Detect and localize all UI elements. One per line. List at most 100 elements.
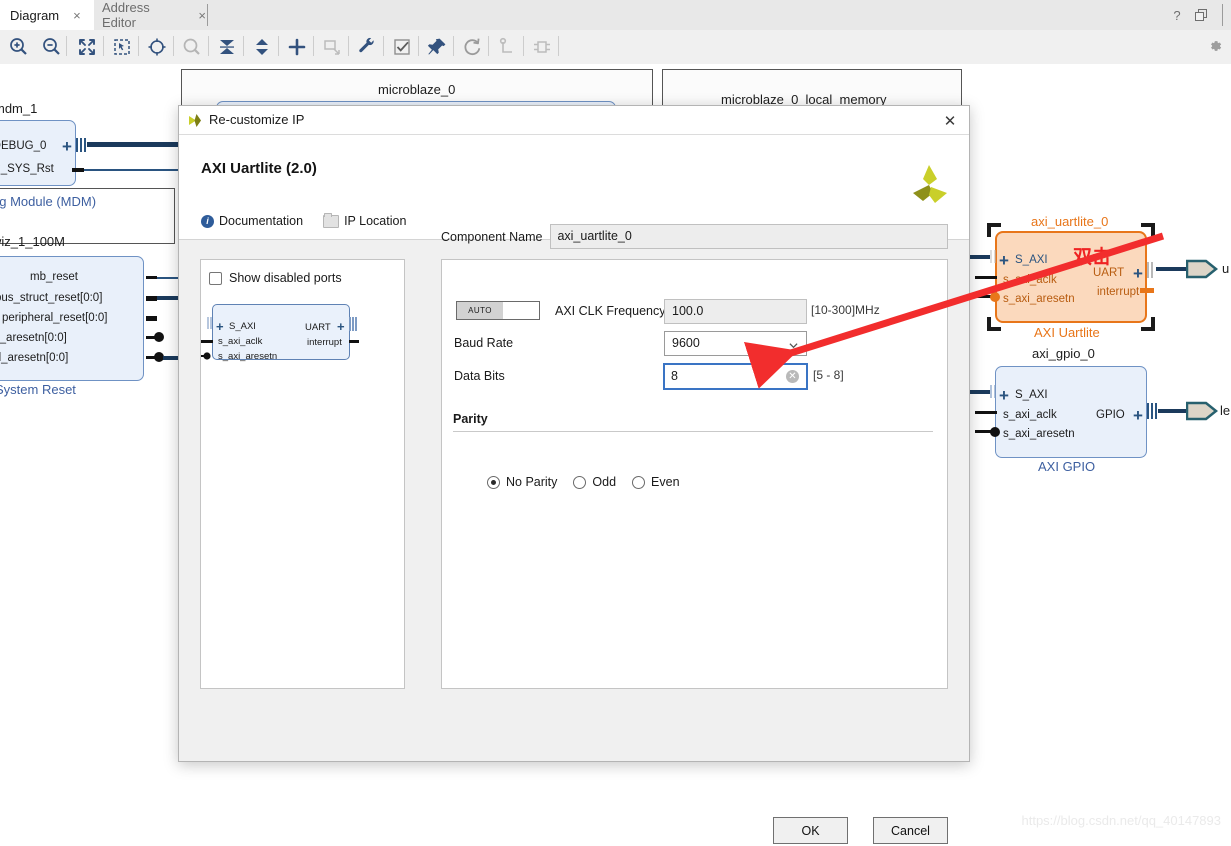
wiz-port-1: bus_struct_reset[0:0]	[0, 292, 103, 304]
gpio-aresetn-dot	[990, 427, 1000, 437]
axi-uartlite-uart-expand-icon[interactable]: +	[1133, 265, 1143, 282]
help-button[interactable]: ?	[1167, 0, 1187, 30]
dialog-links: i Documentation IP Location	[201, 212, 406, 228]
external-port-gpio[interactable]	[1186, 400, 1218, 422]
selection-corner-bl	[987, 317, 1001, 331]
dialog-title-text: Re-customize IP	[209, 112, 305, 127]
gear-icon[interactable]	[1207, 38, 1223, 54]
parity-option-no-parity[interactable]: No Parity	[487, 475, 557, 489]
ip-location-link[interactable]: IP Location	[323, 212, 406, 228]
mdm-1-port-expand-icon[interactable]: +	[62, 138, 72, 155]
toolbar-divider	[103, 36, 104, 56]
axi-gpio-left-port-2: s_axi_aresetn	[1003, 428, 1075, 440]
toolbar-divider	[313, 36, 314, 56]
cancel-button[interactable]: Cancel	[873, 817, 948, 844]
tab-address-editor-close-icon[interactable]: ×	[198, 9, 206, 22]
run-connection-automation-icon[interactable]	[356, 36, 378, 58]
hierarchy-icon[interactable]	[531, 36, 553, 58]
tab-diagram-close-icon[interactable]: ×	[73, 9, 81, 22]
restore-button[interactable]	[1191, 0, 1211, 30]
show-disabled-ports-checkbox[interactable]	[209, 271, 222, 285]
selection-corner-tl	[987, 223, 1001, 237]
parity-option-odd-label: Odd	[592, 475, 617, 489]
axi-gpio-0-label: axi_gpio_0	[1032, 346, 1095, 361]
wire-gpio-out	[1158, 409, 1188, 413]
symbol-left-port-0: S_AXI	[229, 321, 256, 332]
tab-diagram[interactable]: Diagram ×	[0, 0, 94, 30]
winbtn-separator	[1222, 4, 1223, 26]
wiz-port-2: peripheral_reset[0:0]	[2, 312, 108, 324]
data-bits-hint: [5 - 8]	[813, 368, 844, 382]
documentation-link[interactable]: i Documentation	[201, 214, 303, 228]
ok-button[interactable]: OK	[773, 817, 848, 844]
toolbar-divider	[383, 36, 384, 56]
pin-icon[interactable]	[426, 36, 448, 58]
selection-corner-br	[1141, 317, 1155, 331]
zoom-out-icon[interactable]	[41, 36, 63, 58]
wiz-pin-3-dot	[154, 332, 164, 342]
symbol-uart-stub	[349, 317, 358, 331]
watermark: https://blog.csdn.net/qq_40147893	[1021, 813, 1222, 828]
toolbar-divider	[418, 36, 419, 56]
toolbar-divider	[523, 36, 524, 56]
expand-all-icon[interactable]	[251, 36, 273, 58]
toolbar-divider	[453, 36, 454, 56]
radio-even[interactable]	[632, 475, 646, 489]
dialog-close-icon[interactable]: ✕	[939, 110, 961, 132]
toolbar-divider	[208, 36, 209, 56]
axi-uartlite-left-port-0: S_AXI	[1015, 254, 1048, 266]
tab-separator	[207, 4, 208, 26]
toolbar-divider	[488, 36, 489, 56]
tab-bar: Diagram × Address Editor × ?	[0, 0, 1231, 31]
parity-section-title: Parity	[453, 412, 488, 426]
zoom-in-icon[interactable]	[8, 36, 30, 58]
validate-design-icon[interactable]	[391, 36, 413, 58]
parity-option-even[interactable]: Even	[632, 475, 680, 489]
regenerate-layout-icon[interactable]	[461, 36, 483, 58]
collapse-all-icon[interactable]	[216, 36, 238, 58]
parity-radio-group: No Parity Odd Even	[487, 475, 680, 489]
search-icon[interactable]	[181, 36, 203, 58]
clear-icon[interactable]: ✕	[786, 370, 799, 383]
symbol-saxi-expand-icon[interactable]: +	[216, 320, 224, 333]
symbol-uart-expand-icon[interactable]: +	[337, 320, 345, 333]
axi-gpio-gpio-expand-icon[interactable]: +	[1133, 407, 1143, 424]
auto-toggle-label: AUTO	[468, 306, 492, 315]
axi-uartlite-left-port-1: s_axi_aclk	[1003, 274, 1057, 286]
dialog-title-bar: Re-customize IP ✕	[179, 106, 969, 135]
component-name-input[interactable]: axi_uartlite_0	[550, 224, 948, 249]
axi-uartlite-saxi-expand-icon[interactable]: +	[999, 252, 1009, 269]
wire-gpio-saxi-in	[968, 390, 990, 394]
wiz-port-0: mb_reset	[30, 271, 78, 283]
data-bits-value: 8	[671, 369, 678, 383]
component-name-row: Component Name axi_uartlite_0	[441, 224, 948, 249]
wire-uartlite-saxi-in	[968, 255, 990, 259]
show-disabled-ports-label: Show disabled ports	[229, 271, 342, 285]
radio-odd[interactable]	[573, 475, 587, 489]
axi-gpio-saxi-expand-icon[interactable]: +	[999, 387, 1009, 404]
info-icon: i	[201, 214, 214, 228]
baud-rate-combo[interactable]: 9600	[664, 331, 807, 356]
parity-option-odd[interactable]: Odd	[573, 475, 616, 489]
external-port-uart[interactable]	[1186, 258, 1218, 280]
hierarchy-microblaze-0-label: microblaze_0	[378, 82, 456, 97]
parity-section-divider	[453, 431, 933, 432]
zoom-target-icon[interactable]	[146, 36, 168, 58]
auto-toggle[interactable]: AUTO	[456, 301, 540, 320]
axi-uartlite-0-label: axi_uartlite_0	[1031, 214, 1109, 229]
fit-screen-icon[interactable]	[76, 36, 98, 58]
symbol-left-port-1: s_axi_aclk	[218, 336, 263, 347]
optimize-routing-icon[interactable]	[496, 36, 518, 58]
zoom-area-icon[interactable]	[111, 36, 133, 58]
add-ip-icon[interactable]	[286, 36, 308, 58]
axi-gpio-0-sub-label: AXI GPIO	[1038, 459, 1096, 474]
show-disabled-ports-row[interactable]: Show disabled ports	[209, 271, 342, 285]
radio-no-parity[interactable]	[487, 475, 500, 489]
toolbar-divider	[278, 36, 279, 56]
tab-address-editor[interactable]: Address Editor ×	[94, 0, 206, 30]
data-bits-input[interactable]: 8 ✕	[663, 363, 808, 390]
selection-corner-tr	[1141, 223, 1155, 237]
axi-clk-frequency-label: AXI CLK Frequency	[555, 304, 666, 318]
wiz-pin-2	[146, 316, 157, 321]
add-module-icon[interactable]	[321, 36, 343, 58]
